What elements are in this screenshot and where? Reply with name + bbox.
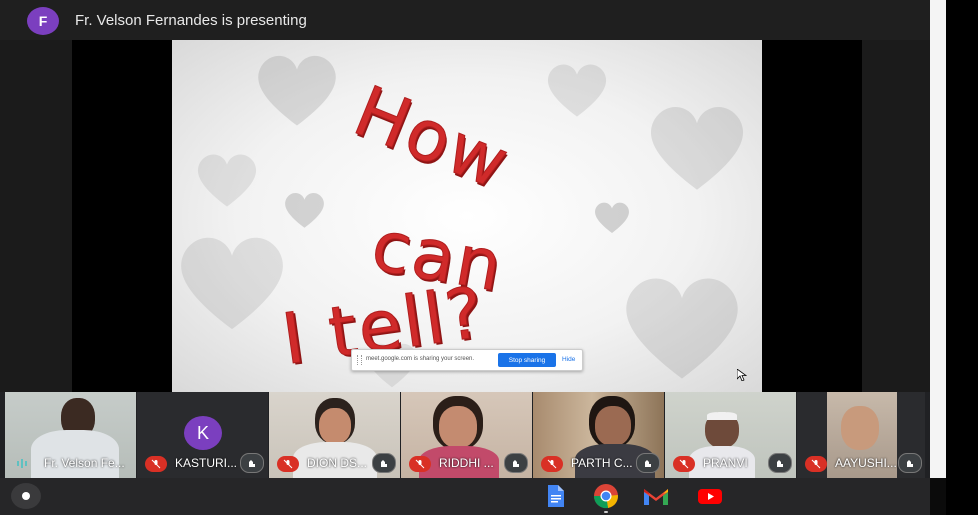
participant-tile[interactable]: K KASTURI...	[137, 392, 268, 478]
mic-off-icon	[805, 456, 827, 472]
shared-slide: How can I tell?	[172, 40, 762, 392]
stop-sharing-button[interactable]: Stop sharing	[498, 353, 556, 367]
heart-decoration	[642, 100, 752, 195]
speaking-indicator-icon	[17, 458, 31, 468]
heart-decoration	[592, 200, 632, 235]
os-taskbar	[0, 478, 930, 515]
heart-decoration	[542, 60, 612, 120]
window-edge	[930, 0, 946, 478]
mic-off-icon	[145, 456, 167, 472]
participant-name: PARTH C...	[571, 456, 633, 470]
participant-strip: Fr. Velson Fe... K KASTURI... DION DS...	[0, 392, 930, 478]
participant-tile[interactable]: Fr. Velson Fe...	[5, 392, 136, 478]
heart-decoration	[252, 50, 342, 130]
participant-name: Fr. Velson Fe...	[44, 456, 125, 470]
presenter-avatar: F	[27, 7, 59, 35]
participant-video	[31, 430, 119, 478]
hide-button[interactable]: Hide	[562, 356, 575, 363]
mic-off-icon	[541, 456, 563, 472]
participant-name: KASTURI...	[175, 456, 238, 470]
pin-icon[interactable]	[372, 453, 396, 473]
pin-icon[interactable]	[240, 453, 264, 473]
participant-tile[interactable]: PRANVI	[665, 392, 796, 478]
participant-name: DION DS...	[307, 456, 368, 470]
youtube-icon[interactable]	[696, 483, 724, 509]
pin-icon[interactable]	[898, 453, 922, 473]
screen-border	[946, 0, 978, 515]
launcher-button[interactable]	[11, 483, 41, 509]
participant-tile[interactable]: PARTH C...	[533, 392, 664, 478]
screen-share-notification: meet.google.com is sharing your screen. …	[351, 349, 583, 371]
participant-name: RIDDHI ...	[439, 456, 494, 470]
mic-off-icon	[277, 456, 299, 472]
heart-decoration	[172, 230, 292, 335]
pin-icon[interactable]	[504, 453, 528, 473]
mouse-cursor-icon	[737, 369, 747, 381]
participant-tile[interactable]: RIDDHI ...	[401, 392, 532, 478]
pin-icon[interactable]	[768, 453, 792, 473]
running-indicator	[604, 511, 608, 513]
chrome-icon[interactable]	[592, 483, 620, 509]
pin-icon[interactable]	[636, 453, 660, 473]
gmail-icon[interactable]	[642, 483, 670, 509]
participant-name: PRANVI	[703, 456, 748, 470]
launcher-icon	[22, 492, 30, 500]
participant-tile[interactable]: AAYUSHI...	[797, 392, 925, 478]
drag-handle-icon[interactable]	[357, 355, 362, 365]
mic-off-icon	[673, 456, 695, 472]
heart-decoration	[612, 270, 752, 385]
share-message: meet.google.com is sharing your screen.	[366, 356, 475, 362]
participant-tile[interactable]: DION DS...	[269, 392, 400, 478]
meet-window: F Fr. Velson Fernandes is presenting How…	[0, 0, 930, 515]
heart-decoration	[192, 150, 262, 210]
presenting-label: Fr. Velson Fernandes is presenting	[75, 12, 307, 29]
participant-name: AAYUSHI...	[835, 456, 897, 470]
presenting-header: F Fr. Velson Fernandes is presenting	[0, 0, 930, 40]
participant-avatar: K	[184, 416, 222, 450]
heart-decoration	[282, 190, 327, 230]
mic-off-icon	[409, 456, 431, 472]
google-docs-icon[interactable]	[541, 483, 569, 509]
slide-text-line-1: How	[343, 69, 522, 206]
